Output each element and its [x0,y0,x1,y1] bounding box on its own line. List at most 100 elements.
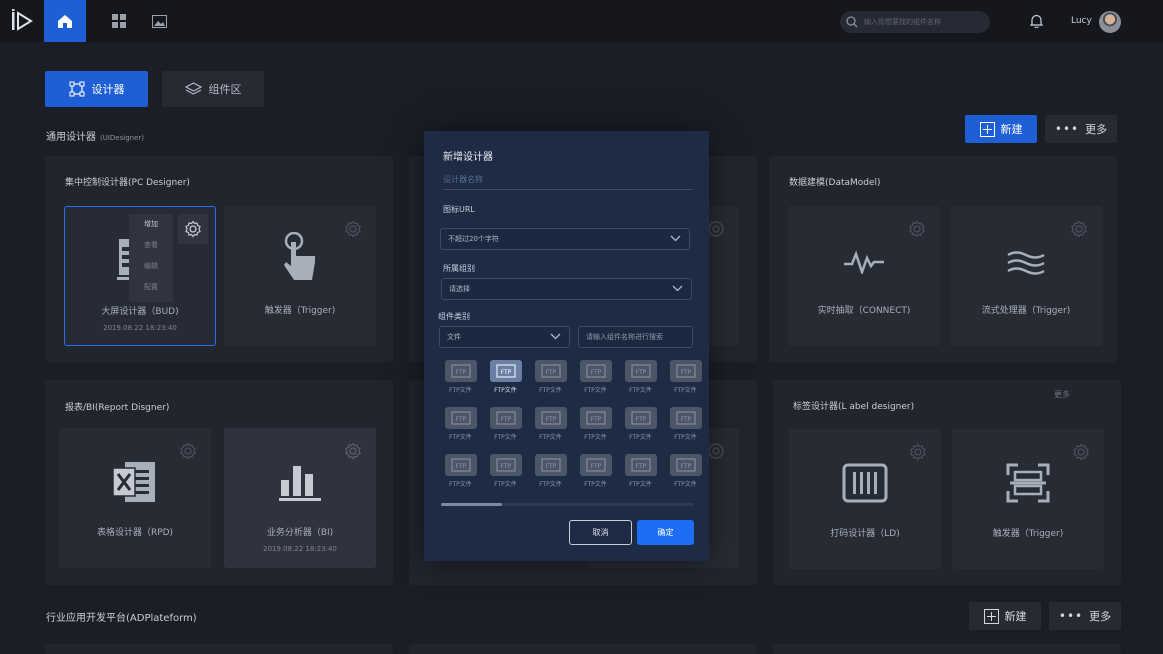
group-label: 所属组别 [443,264,475,273]
ftp-icon-text: FTP [545,369,556,376]
component-search-input[interactable] [578,326,693,348]
card-label: 触发器（Trigger) [992,529,1064,539]
component-item[interactable]: FTP FTP文件 [663,360,708,395]
tab-designer[interactable]: 设计器 [45,71,148,107]
designer-name-input[interactable] [443,170,693,190]
component-item[interactable]: FTP FTP文件 [438,360,483,395]
component-item[interactable]: FTP FTP文件 [438,454,483,489]
component-grid: FTP FTP文件 FTP FTP文件 FTP FTP文件 FTP FTP文件 FTP FTP文件… [438,360,702,489]
ftp-file-icon: FTP [624,407,657,429]
component-item-label: FTP文件 [449,434,472,441]
nav-home-button[interactable] [44,0,86,42]
panel-report: 报表/BI(Report Disgner) 表格设计器（RPD) 业务分析器（B… [45,380,393,585]
confirm-button[interactable]: 确定 [637,520,694,545]
new-button[interactable]: 新建 [965,115,1037,143]
card-rpd[interactable]: 表格设计器（RPD) [59,428,211,568]
plus-square-icon [979,121,995,137]
cancel-button[interactable]: 取消 [569,520,632,545]
card-label-trigger[interactable]: 触发器（Trigger) [952,429,1104,569]
component-item[interactable]: FTP FTP文件 [663,454,708,489]
new-button-industry[interactable]: 新建 [969,602,1041,630]
chevron-down-icon [550,333,561,340]
ftp-icon-text: FTP [545,463,556,470]
card-stream[interactable]: 流式处理器（Trigger) [950,206,1102,346]
gear-icon[interactable] [344,220,362,238]
ftp-file-icon: FTP [489,407,522,429]
user-name[interactable]: Lucy [1071,16,1092,26]
menu-item-add[interactable]: 增加 [129,214,173,235]
component-item[interactable]: FTP FTP文件 [483,407,528,442]
component-item[interactable]: FTP FTP文件 [618,454,663,489]
more-button[interactable]: ••• 更多 [1045,115,1117,143]
menu-item-config[interactable]: 配置 [129,277,173,298]
gear-icon[interactable] [179,442,197,460]
more-button-industry[interactable]: ••• 更多 [1049,602,1121,630]
card-gear-button[interactable] [178,214,208,244]
group-select[interactable]: 请选择 [441,278,692,300]
card-date: 2019.08.22 18:23:40 [263,545,337,553]
gear-icon[interactable] [1070,220,1088,238]
modal-title: 新增设计器 [443,152,493,163]
component-item[interactable]: FTP FTP文件 [573,407,618,442]
component-item-label: FTP文件 [449,387,472,394]
component-item[interactable]: FTP FTP文件 [528,360,573,395]
search-input[interactable] [864,18,982,26]
global-search[interactable] [840,11,990,33]
gear-icon[interactable] [1072,443,1090,461]
app-logo-icon[interactable] [10,9,34,33]
panel-more-link[interactable]: 更多 [1054,389,1070,400]
tap-hand-icon [284,232,315,280]
section-title-industry: 行业应用开发平台(ADPlateform) [46,613,197,624]
component-item[interactable]: FTP FTP文件 [528,454,573,489]
type-label: 组件类别 [438,312,470,321]
component-item-label: FTP文件 [539,387,562,394]
component-item[interactable]: FTP FTP文件 [618,360,663,395]
gear-icon[interactable] [344,442,362,460]
card-bi[interactable]: 业务分析器（BI) 2019.08.22 18:23:40 [224,428,376,568]
component-item[interactable]: FTP FTP文件 [483,360,528,395]
component-item[interactable]: FTP FTP文件 [438,407,483,442]
gear-icon[interactable] [908,220,926,238]
card-bud[interactable]: 增加 查看 编辑 配置 大屏设计器（BUD) 2019.08.22 18:23:… [64,206,216,346]
card-context-menu: 增加 查看 编辑 配置 [129,214,173,302]
card-trigger[interactable]: 触发器（Trigger) [224,206,376,346]
avatar[interactable] [1099,11,1121,33]
component-item[interactable]: FTP FTP文件 [573,360,618,395]
panel-pc-designer: 集中控制设计器(PC Designer) 增加 查看 编辑 配置 大屏设计器（B… [45,156,393,362]
component-item[interactable]: FTP FTP文件 [663,407,708,442]
new-designer-modal: 新增设计器 图标URL 不超过20个字符 所属组别 请选择 组件类别 文件 FT… [424,131,709,561]
icon-url-select[interactable]: 不超过20个字符 [440,228,690,250]
menu-item-edit[interactable]: 编辑 [129,256,173,277]
gear-icon[interactable] [707,442,725,460]
component-item-label: FTP文件 [629,434,652,441]
tab-designer-label: 设计器 [91,83,125,96]
bar-chart-icon [279,466,321,501]
ftp-file-icon: FTP [579,407,612,429]
component-item-label: FTP文件 [539,434,562,441]
scroll-progress[interactable] [441,503,694,506]
ftp-file-icon: FTP [444,407,477,429]
nav-apps-button[interactable] [98,0,140,42]
component-item[interactable]: FTP FTP文件 [483,454,528,489]
tab-components[interactable]: 组件区 [162,71,264,107]
card-ld[interactable]: 打码设计器（LD) [789,429,941,569]
panel-label-designer: 标签设计器(L abel designer) 更多 打码设计器（LD) 触发器（… [773,380,1121,585]
bell-icon[interactable] [1030,14,1043,28]
component-item[interactable]: FTP FTP文件 [618,407,663,442]
chevron-down-icon [670,235,681,242]
menu-item-view[interactable]: 查看 [129,235,173,256]
excel-icon [113,462,155,502]
nav-image-button[interactable] [138,0,180,42]
gear-icon[interactable] [707,220,725,238]
scan-frame-icon [1006,463,1050,503]
component-item[interactable]: FTP FTP文件 [528,407,573,442]
card-date: 2019.08.22 18:23:40 [103,324,177,332]
ftp-icon-text: FTP [500,369,511,376]
panel-report-title: 报表/BI(Report Disgner) [65,403,170,413]
gear-icon[interactable] [909,443,927,461]
component-item-label: FTP文件 [629,481,652,488]
card-connect[interactable]: 实时抽取（CONNECT) [788,206,940,346]
component-item[interactable]: FTP FTP文件 [573,454,618,489]
component-item-label: FTP文件 [674,387,697,394]
type-select[interactable]: 文件 [439,326,570,348]
